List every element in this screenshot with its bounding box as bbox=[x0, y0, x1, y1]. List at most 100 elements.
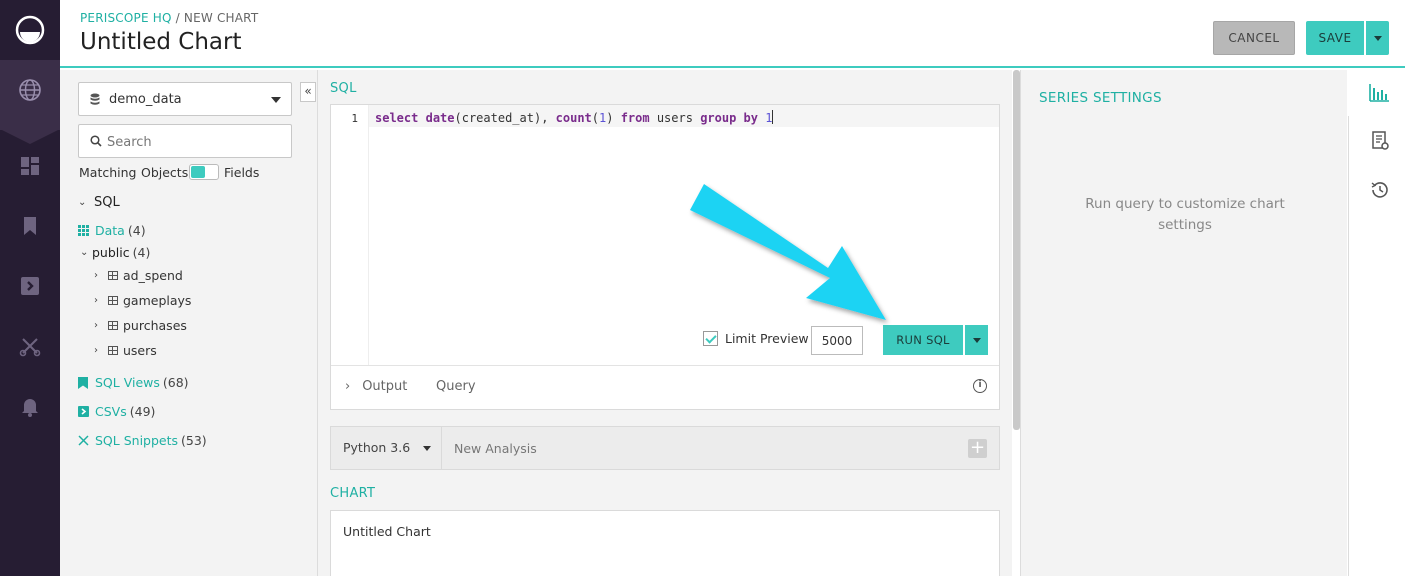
chevron-down-icon bbox=[423, 446, 431, 451]
table-icon bbox=[108, 296, 118, 305]
limit-preview-checkbox[interactable] bbox=[703, 331, 718, 346]
output-toggle[interactable]: › Output bbox=[345, 379, 407, 394]
limit-value-input[interactable] bbox=[811, 326, 863, 355]
run-sql-options-button[interactable] bbox=[964, 325, 988, 355]
chart-editor: SQL 1 select date(created_at), count(1) … bbox=[318, 70, 1012, 576]
tree-data-label: Data bbox=[95, 223, 125, 238]
tree-sql-label: SQL bbox=[94, 195, 120, 210]
tree-csvs[interactable]: CSVs (49) bbox=[78, 404, 155, 419]
chevron-down-icon: ⌄ bbox=[80, 247, 89, 258]
breadcrumb-separator: / bbox=[171, 11, 184, 25]
run-sql-button[interactable]: RUN SQL bbox=[883, 325, 963, 355]
tree-sql-views[interactable]: SQL Views (68) bbox=[78, 375, 189, 390]
editor-scrollbar[interactable] bbox=[1013, 70, 1020, 430]
table-icon bbox=[108, 346, 118, 355]
chart-section-title: CHART bbox=[330, 486, 376, 501]
table-name: purchases bbox=[123, 318, 187, 333]
tree-csvs-count: (49) bbox=[129, 404, 156, 419]
tree-data-count: (4) bbox=[127, 223, 146, 238]
table-name: ad_spend bbox=[123, 268, 183, 283]
collapse-sidebar-button[interactable]: « bbox=[300, 82, 316, 102]
save-options-button[interactable] bbox=[1365, 21, 1389, 55]
python-version-label: Python 3.6 bbox=[343, 440, 411, 455]
page-title[interactable]: Untitled Chart bbox=[80, 29, 242, 55]
query-tab[interactable]: Query bbox=[436, 379, 476, 394]
tree-snippets-label: SQL Snippets bbox=[95, 433, 179, 448]
limit-preview-label: Limit Preview bbox=[725, 331, 809, 346]
chart-name: Untitled Chart bbox=[343, 524, 431, 539]
scissors-icon bbox=[78, 434, 89, 446]
chevron-right-icon: › bbox=[94, 295, 98, 306]
search-input[interactable] bbox=[107, 132, 287, 152]
tab-chart-settings[interactable] bbox=[1348, 70, 1405, 116]
sql-code: select date(created_at), count(1) from u… bbox=[375, 110, 774, 125]
tree-snippets-count: (53) bbox=[181, 433, 207, 448]
python-version-select[interactable]: Python 3.6 bbox=[331, 427, 442, 469]
page-header: PERISCOPE HQ / NEW CHART Untitled Chart … bbox=[60, 0, 1405, 68]
objects-label: Objects bbox=[141, 165, 189, 180]
nav-charts-active[interactable] bbox=[0, 60, 60, 144]
new-analysis-link[interactable]: New Analysis bbox=[454, 441, 537, 456]
series-settings-title: SERIES SETTINGS bbox=[1039, 90, 1162, 106]
history-icon[interactable] bbox=[1369, 179, 1391, 201]
grid-icon bbox=[78, 225, 89, 236]
tree-csvs-label: CSVs bbox=[95, 404, 127, 419]
chevron-down-icon bbox=[271, 97, 281, 103]
chevron-down-icon bbox=[1373, 35, 1382, 41]
breadcrumb: PERISCOPE HQ / NEW CHART bbox=[80, 11, 258, 25]
csv-icon[interactable] bbox=[18, 274, 42, 298]
sql-section-title: SQL bbox=[330, 81, 357, 96]
dashboard-icon[interactable] bbox=[18, 154, 42, 178]
nav-rail bbox=[0, 0, 60, 576]
table-icon bbox=[108, 321, 118, 330]
save-button[interactable]: SAVE bbox=[1306, 21, 1364, 55]
cancel-button[interactable]: CANCEL bbox=[1213, 21, 1295, 55]
line-gutter: 1 bbox=[331, 105, 369, 365]
schema-browser: demo_data « Matching Objects Fields ⌄ SQ… bbox=[60, 70, 318, 576]
table-icon bbox=[108, 271, 118, 280]
objects-fields-toggle[interactable] bbox=[189, 164, 219, 180]
breadcrumb-org[interactable]: PERISCOPE HQ bbox=[80, 11, 172, 25]
line-number: 1 bbox=[351, 112, 358, 125]
chevron-down-icon bbox=[972, 337, 981, 343]
document-settings-icon[interactable] bbox=[1369, 130, 1391, 152]
sql-editor[interactable]: 1 select date(created_at), count(1) from… bbox=[330, 104, 1000, 410]
scissors-icon[interactable] bbox=[18, 334, 42, 358]
tree-sql-views-label: SQL Views bbox=[95, 375, 160, 390]
code-line[interactable]: select date(created_at), count(1) from u… bbox=[369, 105, 999, 127]
tree-sql-root[interactable]: ⌄ SQL bbox=[78, 195, 120, 210]
table-row[interactable]: › gameplays bbox=[94, 293, 191, 308]
python-bar: Python 3.6 New Analysis + bbox=[330, 426, 1000, 470]
table-name: gameplays bbox=[123, 293, 192, 308]
table-name: users bbox=[123, 343, 157, 358]
table-row[interactable]: › purchases bbox=[94, 318, 187, 333]
tree-data[interactable]: Data (4) bbox=[78, 223, 146, 238]
csv-icon bbox=[78, 406, 89, 417]
bookmark-icon[interactable] bbox=[18, 214, 42, 238]
bell-icon[interactable] bbox=[18, 394, 42, 418]
table-row[interactable]: › users bbox=[94, 343, 157, 358]
bookmark-icon bbox=[78, 376, 88, 389]
breadcrumb-section: NEW CHART bbox=[183, 11, 259, 25]
chevron-right-icon: › bbox=[94, 270, 98, 281]
plus-icon[interactable]: + bbox=[968, 439, 987, 458]
series-settings-message: Run query to customize chart settings bbox=[1085, 196, 1285, 233]
tree-public[interactable]: ⌄ public (4) bbox=[80, 245, 150, 260]
periscope-logo-icon[interactable] bbox=[14, 14, 46, 46]
database-select[interactable]: demo_data bbox=[78, 82, 292, 116]
fields-label: Fields bbox=[224, 165, 260, 180]
chevron-right-icon: › bbox=[94, 345, 98, 356]
right-tab-bar bbox=[1348, 70, 1405, 576]
chevron-down-icon: ⌄ bbox=[78, 197, 87, 208]
database-icon bbox=[90, 93, 100, 105]
database-name: demo_data bbox=[109, 92, 182, 107]
tree-snippets[interactable]: SQL Snippets (53) bbox=[78, 433, 207, 448]
table-row[interactable]: › ad_spend bbox=[94, 268, 183, 283]
series-settings-panel: SERIES SETTINGS Run query to customize c… bbox=[1021, 70, 1347, 576]
schema-search[interactable] bbox=[78, 124, 292, 158]
matching-label: Matching bbox=[79, 165, 137, 180]
info-icon[interactable]: i bbox=[973, 379, 987, 393]
limit-preview[interactable]: Limit Preview bbox=[703, 331, 809, 346]
search-icon bbox=[90, 135, 102, 147]
chart-preview: Untitled Chart bbox=[330, 510, 1000, 576]
